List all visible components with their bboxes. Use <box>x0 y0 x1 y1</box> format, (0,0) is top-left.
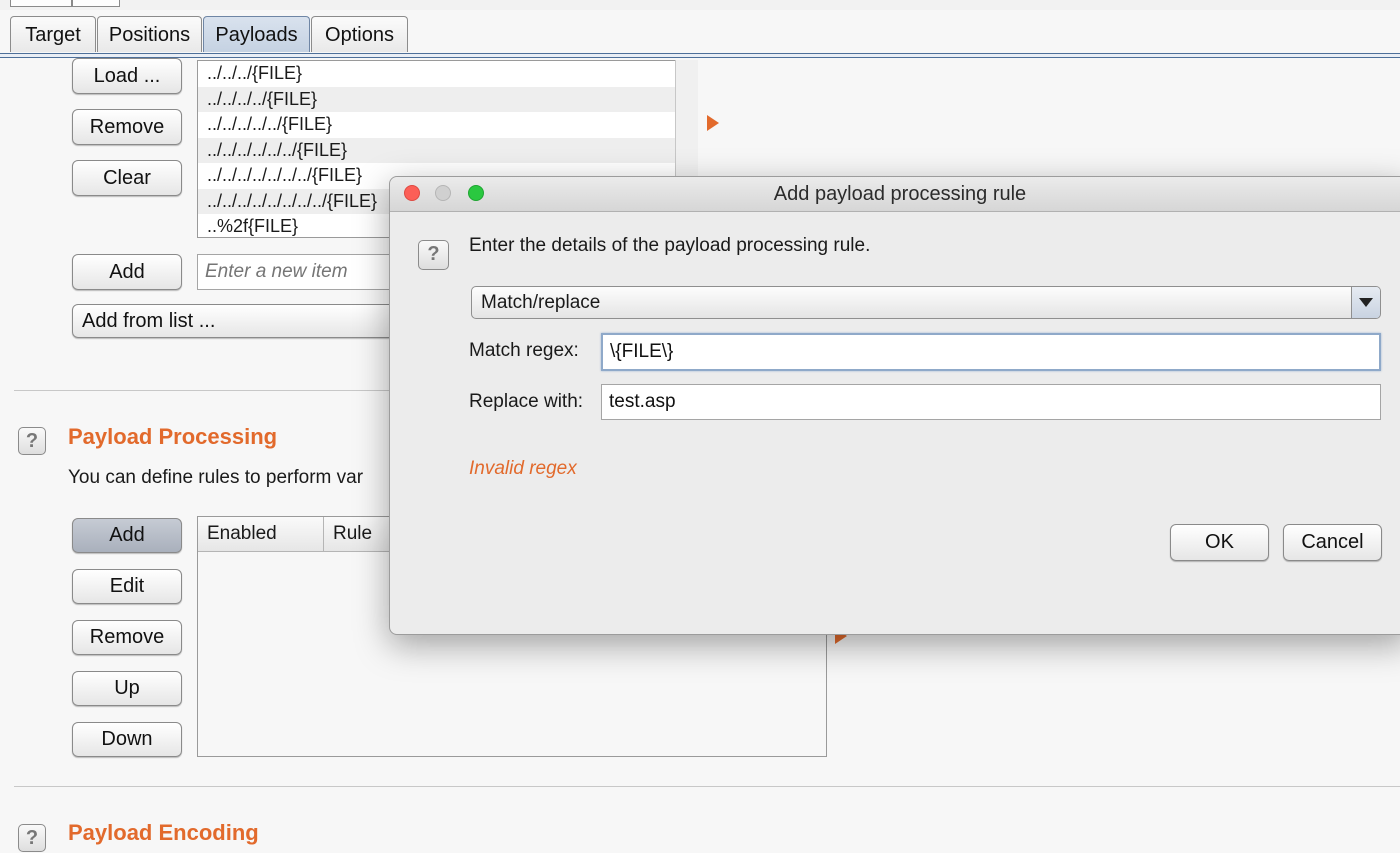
dialog-instruction: Enter the details of the payload process… <box>469 235 871 256</box>
payload-processing-title: Payload Processing <box>68 424 278 449</box>
ok-button[interactable]: OK <box>1170 524 1269 561</box>
dialog-titlebar[interactable]: Add payload processing rule <box>390 177 1400 212</box>
tab-options[interactable]: Options <box>311 16 408 52</box>
load-button[interactable]: Load ... <box>72 58 182 94</box>
add-rule-button[interactable]: Add <box>72 518 182 553</box>
move-down-button[interactable]: Down <box>72 722 182 757</box>
replace-with-input[interactable] <box>601 384 1381 420</box>
list-item[interactable]: ../../../../{FILE} <box>198 86 696 112</box>
help-icon[interactable]: ? <box>418 240 449 270</box>
match-regex-label: Match regex: <box>469 340 579 361</box>
remove-rule-button[interactable]: Remove <box>72 620 182 655</box>
payload-encoding-title: Payload Encoding <box>68 820 259 845</box>
clear-button[interactable]: Clear <box>72 160 182 196</box>
validation-error: Invalid regex <box>469 458 577 479</box>
tab-underline <box>0 53 1400 58</box>
add-payload-processing-rule-dialog: Add payload processing rule ? Enter the … <box>389 176 1400 635</box>
rule-type-select[interactable]: Match/replace <box>471 286 1381 319</box>
list-item[interactable]: ../../../../../../{FILE} <box>198 137 696 163</box>
list-item[interactable]: ../../../{FILE} <box>198 61 696 87</box>
add-item-button[interactable]: Add <box>72 254 182 290</box>
list-item[interactable]: ../../../../../{FILE} <box>198 112 696 138</box>
expand-arrow-icon[interactable] <box>707 115 719 131</box>
upper-tab-stub[interactable] <box>10 0 72 7</box>
column-header-enabled[interactable]: Enabled <box>198 517 324 551</box>
cancel-button[interactable]: Cancel <box>1283 524 1382 561</box>
help-icon[interactable]: ? <box>18 427 46 455</box>
dropdown-button[interactable] <box>1351 287 1380 318</box>
add-from-list-select[interactable]: Add from list ... <box>72 304 432 338</box>
edit-rule-button[interactable]: Edit <box>72 569 182 604</box>
tab-positions[interactable]: Positions <box>97 16 202 52</box>
rule-type-value: Match/replace <box>481 292 601 313</box>
remove-button[interactable]: Remove <box>72 109 182 145</box>
tab-payloads[interactable]: Payloads <box>203 16 310 52</box>
dialog-title: Add payload processing rule <box>773 183 1027 205</box>
payload-processing-description: You can define rules to perform var <box>68 467 364 488</box>
upper-tab-stub[interactable] <box>72 0 120 7</box>
help-icon[interactable]: ? <box>18 824 46 852</box>
chevron-down-icon <box>1359 298 1373 307</box>
tab-target[interactable]: Target <box>10 16 96 52</box>
section-divider <box>14 786 1400 787</box>
move-up-button[interactable]: Up <box>72 671 182 706</box>
replace-with-label: Replace with: <box>469 391 584 412</box>
match-regex-input[interactable] <box>601 333 1381 371</box>
